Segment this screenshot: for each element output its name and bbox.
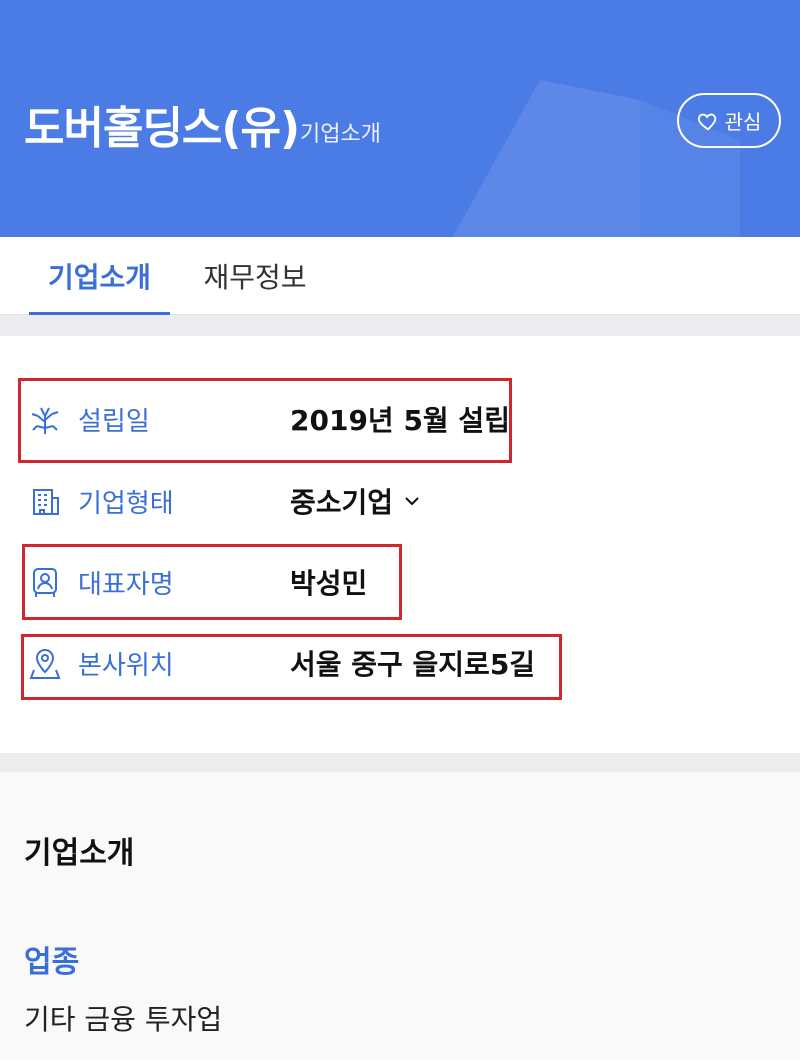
founded-label: 설립일 [78, 406, 150, 437]
info-row-founded: 설립일 2019년 5월 설립 [28, 394, 510, 444]
section-divider [0, 315, 800, 336]
tab-company-intro[interactable]: 기업소개 [29, 237, 170, 316]
info-row-company-type: 기업형태 중소기업 [28, 476, 419, 526]
company-intro-section: 기업소개 업종 기타 금융 투자업 [0, 772, 800, 1060]
hq-value: 서울 중구 을지로5길 [290, 648, 536, 681]
section-title: 기업소개 [24, 836, 135, 871]
favorite-button[interactable]: 관심 [677, 93, 781, 148]
ceo-value: 박성민 [290, 567, 368, 600]
hq-label: 본사위치 [78, 650, 174, 681]
tree-icon [28, 402, 62, 436]
company-info-panel: 설립일 2019년 5월 설립 기업형태 중소기업 대표자명 박성민 본사위치 … [0, 336, 800, 753]
industry-label: 업종 [24, 945, 80, 980]
building-icon [28, 484, 62, 518]
company-subtitle: 기업소개 [300, 122, 381, 147]
favorite-label: 관심 [724, 110, 762, 134]
chevron-down-icon [405, 497, 419, 506]
company-header: 도버홀딩스(유) 기업소개 관심 [0, 0, 800, 237]
company-type-dropdown[interactable]: 중소기업 [290, 481, 421, 521]
info-row-ceo: 대표자명 박성민 [28, 557, 367, 607]
company-type-label: 기업형태 [78, 488, 174, 519]
building-background-graphic [452, 80, 740, 237]
person-icon [28, 565, 62, 599]
founded-value: 2019년 5월 설립 [290, 404, 510, 437]
section-divider [0, 753, 800, 772]
industry-value: 기타 금융 투자업 [24, 1003, 223, 1036]
tab-financial-info[interactable]: 재무정보 [185, 237, 325, 315]
heart-icon [697, 113, 716, 130]
ceo-label: 대표자명 [78, 569, 174, 600]
info-row-hq: 본사위치 서울 중구 을지로5길 [28, 638, 535, 688]
company-type-value: 중소기업 [290, 486, 394, 519]
company-name: 도버홀딩스(유) [24, 103, 300, 154]
location-pin-icon [28, 646, 62, 680]
tab-bar: 기업소개 재무정보 [0, 237, 800, 316]
